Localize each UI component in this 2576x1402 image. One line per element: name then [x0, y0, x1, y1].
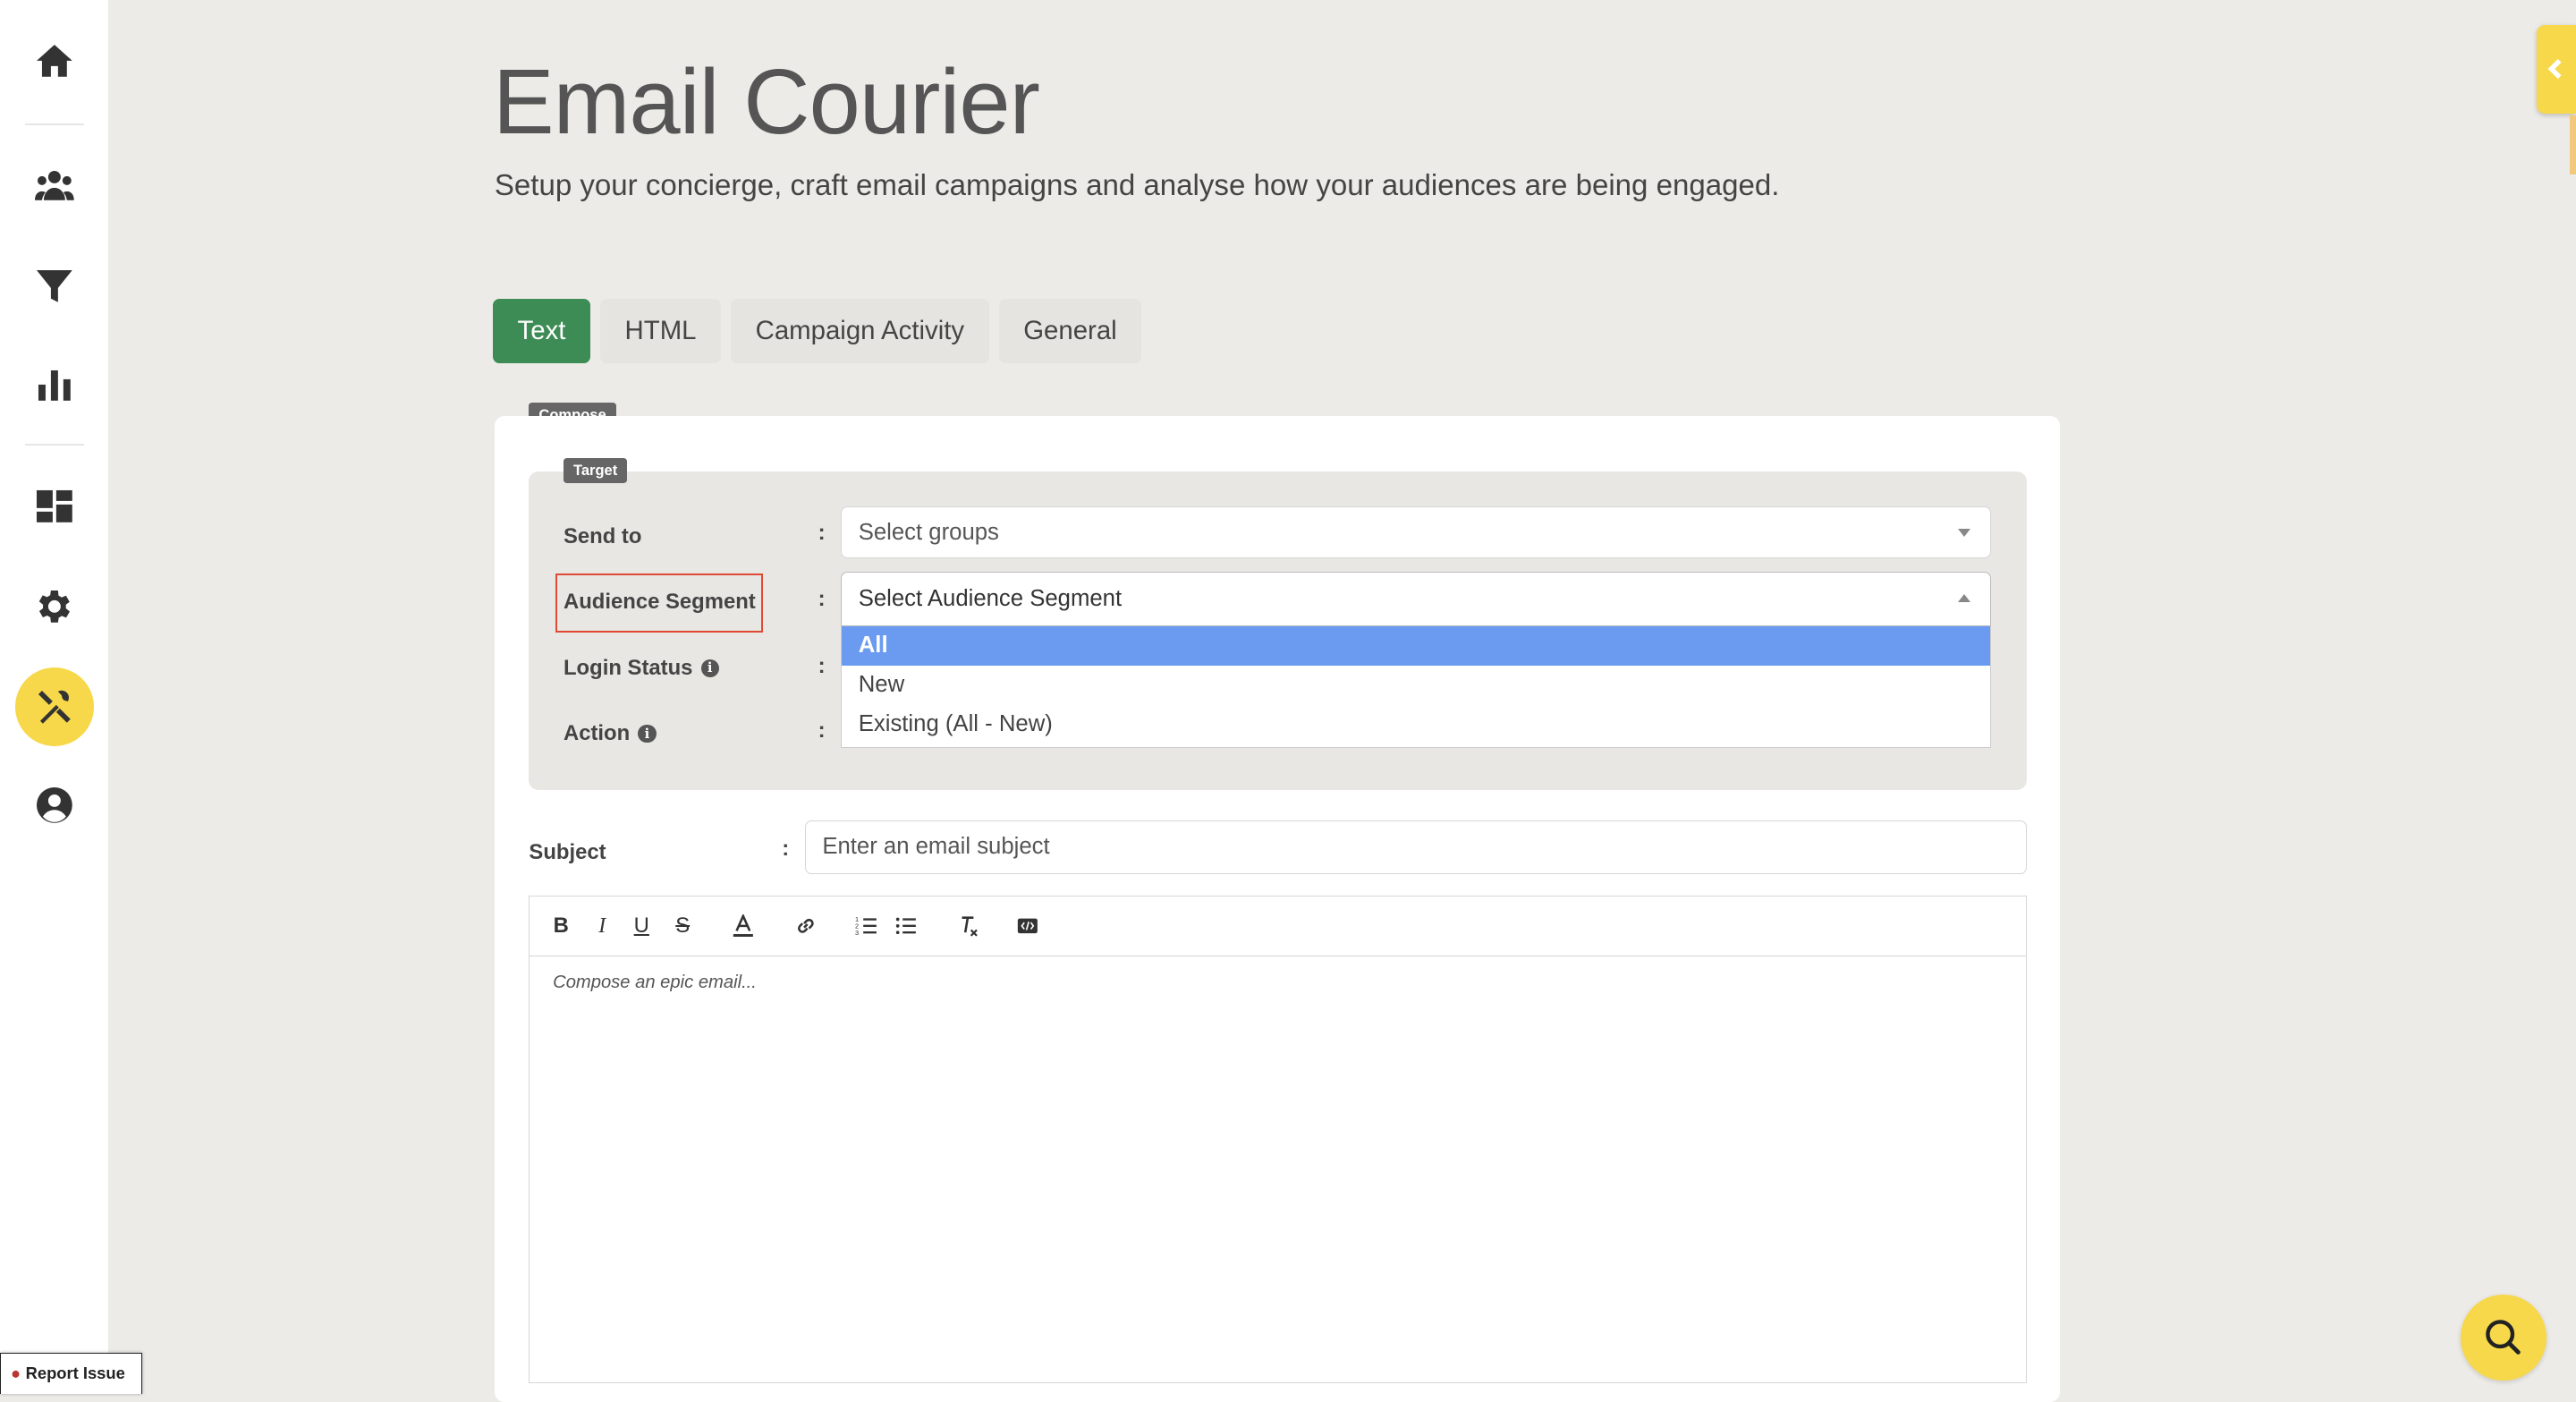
link-icon[interactable] — [790, 910, 823, 943]
audience-segment-placeholder: Select Audience Segment — [858, 585, 1123, 611]
audience-segment-select[interactable]: Select Audience Segment — [841, 572, 1992, 626]
tab-campaign-activity[interactable]: Campaign Activity — [731, 299, 989, 363]
editor-placeholder: Compose an epic email... — [553, 973, 757, 993]
target-legend: Target — [563, 458, 628, 483]
tab-html[interactable]: HTML — [599, 299, 722, 363]
chevron-down-icon — [1958, 529, 1971, 538]
users-icon[interactable] — [15, 146, 94, 225]
side-panel-edge — [2569, 115, 2576, 174]
send-to-placeholder: Select groups — [858, 519, 999, 545]
send-to-label: Send to — [563, 523, 642, 548]
search-button[interactable] — [2461, 1295, 2546, 1381]
option-existing[interactable]: Existing (All - New) — [842, 705, 1990, 744]
option-all[interactable]: All — [842, 625, 1991, 666]
account-icon[interactable] — [15, 766, 94, 845]
send-to-select[interactable]: Select groups — [841, 506, 1992, 559]
font-color-icon[interactable] — [727, 910, 760, 943]
subject-label: Subject — [529, 839, 606, 864]
clear-format-icon[interactable] — [952, 910, 985, 943]
bold-icon[interactable]: B — [545, 910, 578, 943]
colon: : — [818, 653, 826, 678]
search-icon — [2486, 1320, 2521, 1355]
colon: : — [818, 718, 826, 743]
chevron-up-icon — [1958, 594, 1971, 602]
underline-icon[interactable]: U — [625, 910, 658, 943]
sidebar-divider — [24, 123, 84, 125]
tab-general[interactable]: General — [998, 299, 1142, 363]
code-icon[interactable] — [1012, 910, 1045, 943]
option-new[interactable]: New — [842, 666, 1990, 705]
bullet-list-icon[interactable] — [890, 910, 923, 943]
tab-bar: Text HTML Campaign Activity General — [493, 299, 1142, 363]
sidebar — [0, 0, 109, 1394]
chart-icon[interactable] — [15, 345, 94, 424]
collapse-panel-button[interactable] — [2536, 24, 2576, 114]
email-editor: B I U S 123 Compose an epic email... — [529, 895, 2028, 1384]
colon: : — [818, 586, 826, 611]
info-icon[interactable]: i — [638, 725, 657, 743]
chevron-left-icon — [2547, 59, 2562, 80]
tools-icon[interactable] — [14, 667, 94, 746]
report-issue-button[interactable]: ● Report Issue — [0, 1353, 143, 1394]
sidebar-divider — [24, 443, 84, 446]
editor-body[interactable]: Compose an epic email... — [530, 956, 2026, 1010]
bug-icon: ● — [11, 1364, 21, 1383]
editor-toolbar: B I U S 123 — [530, 896, 2027, 957]
filter-icon[interactable] — [15, 247, 94, 326]
home-icon[interactable] — [15, 21, 94, 100]
target-section: Target Send to : Select groups Audience … — [529, 458, 2028, 791]
audience-segment-dropdown: All New Existing (All - New) — [841, 625, 1992, 748]
dashboard-icon[interactable] — [15, 467, 94, 546]
italic-icon[interactable]: I — [586, 910, 619, 943]
ordered-list-icon[interactable]: 123 — [851, 910, 884, 943]
login-status-label: Login Status i — [564, 656, 719, 681]
colon: : — [818, 521, 826, 546]
page-title: Email Courier — [493, 50, 1040, 154]
svg-text:3: 3 — [855, 929, 859, 937]
report-issue-label: Report Issue — [25, 1364, 125, 1383]
strikethrough-icon[interactable]: S — [666, 910, 699, 943]
action-label: Action i — [564, 721, 657, 746]
settings-icon[interactable] — [15, 567, 94, 646]
page-subtitle: Setup your concierge, craft email campai… — [494, 169, 1780, 203]
audience-segment-label: Audience Segment — [563, 590, 756, 615]
tab-text[interactable]: Text — [493, 299, 590, 363]
subject-placeholder: Enter an email subject — [822, 834, 1050, 860]
colon: : — [782, 836, 790, 861]
info-icon[interactable]: i — [700, 659, 719, 677]
compose-card: Target Send to : Select groups Audience … — [494, 415, 2061, 1402]
subject-input[interactable]: Enter an email subject — [804, 820, 2028, 875]
